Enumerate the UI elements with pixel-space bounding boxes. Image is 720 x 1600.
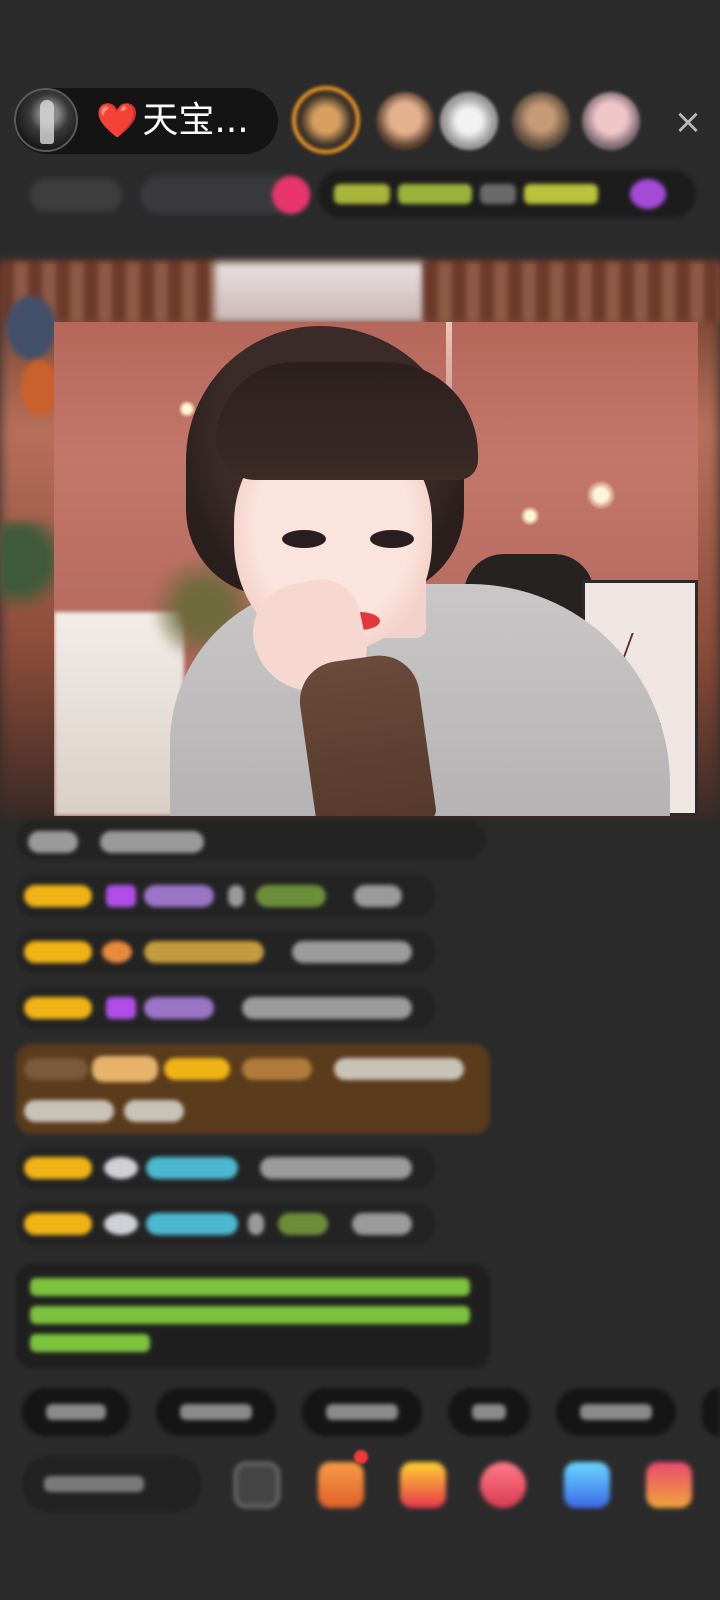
activity-dot-icon[interactable] bbox=[272, 176, 310, 214]
notice-marquee[interactable] bbox=[318, 170, 696, 218]
quick-tag[interactable] bbox=[302, 1388, 422, 1436]
chat-message[interactable] bbox=[16, 1202, 436, 1246]
streamer-eye bbox=[282, 530, 326, 548]
heart-icon: ❤️ bbox=[96, 101, 139, 141]
host-name-text: 天宝... bbox=[142, 100, 249, 141]
system-notice bbox=[16, 1264, 490, 1368]
chat-message[interactable] bbox=[16, 1146, 436, 1190]
streamer-fringe bbox=[216, 362, 478, 480]
chat-message-highlighted[interactable] bbox=[16, 1044, 490, 1134]
quick-tag[interactable] bbox=[22, 1388, 130, 1436]
chat-message[interactable] bbox=[16, 930, 436, 974]
ceiling-light bbox=[520, 506, 540, 526]
quick-tag[interactable] bbox=[156, 1388, 276, 1436]
ceiling-light bbox=[586, 480, 616, 510]
host-name[interactable]: ❤️ 天宝... bbox=[96, 96, 249, 146]
top-viewer-avatar-5[interactable] bbox=[582, 92, 640, 150]
balloon-decoration bbox=[6, 296, 56, 360]
top-viewer-avatar-4[interactable] bbox=[512, 92, 570, 150]
emoji-icon[interactable] bbox=[234, 1462, 280, 1508]
plant-decoration bbox=[0, 520, 60, 620]
chat-message[interactable] bbox=[16, 986, 436, 1030]
task-icon[interactable] bbox=[318, 1462, 364, 1508]
top-viewer-avatar-1[interactable] bbox=[292, 86, 360, 154]
gift-icon[interactable] bbox=[400, 1462, 446, 1508]
streamer-eye bbox=[370, 530, 414, 548]
quick-tag[interactable] bbox=[448, 1388, 530, 1436]
chat-message[interactable] bbox=[16, 820, 486, 860]
top-viewer-avatar-3[interactable] bbox=[440, 92, 498, 150]
close-icon[interactable]: × bbox=[668, 102, 708, 142]
rank-badge[interactable] bbox=[30, 178, 122, 212]
top-viewer-avatar-2[interactable] bbox=[376, 92, 434, 150]
live-video[interactable] bbox=[54, 322, 698, 816]
chat-input[interactable] bbox=[22, 1456, 202, 1512]
window-light bbox=[214, 262, 424, 322]
curtain-right bbox=[424, 262, 720, 322]
more-icon[interactable] bbox=[646, 1462, 692, 1508]
notification-dot bbox=[354, 1450, 368, 1464]
host-avatar[interactable] bbox=[14, 88, 78, 152]
quick-tag[interactable] bbox=[702, 1388, 720, 1436]
chat-message[interactable] bbox=[16, 874, 436, 918]
quick-tag[interactable] bbox=[556, 1388, 676, 1436]
game-icon[interactable] bbox=[564, 1462, 610, 1508]
fan-club-icon[interactable] bbox=[480, 1462, 526, 1508]
